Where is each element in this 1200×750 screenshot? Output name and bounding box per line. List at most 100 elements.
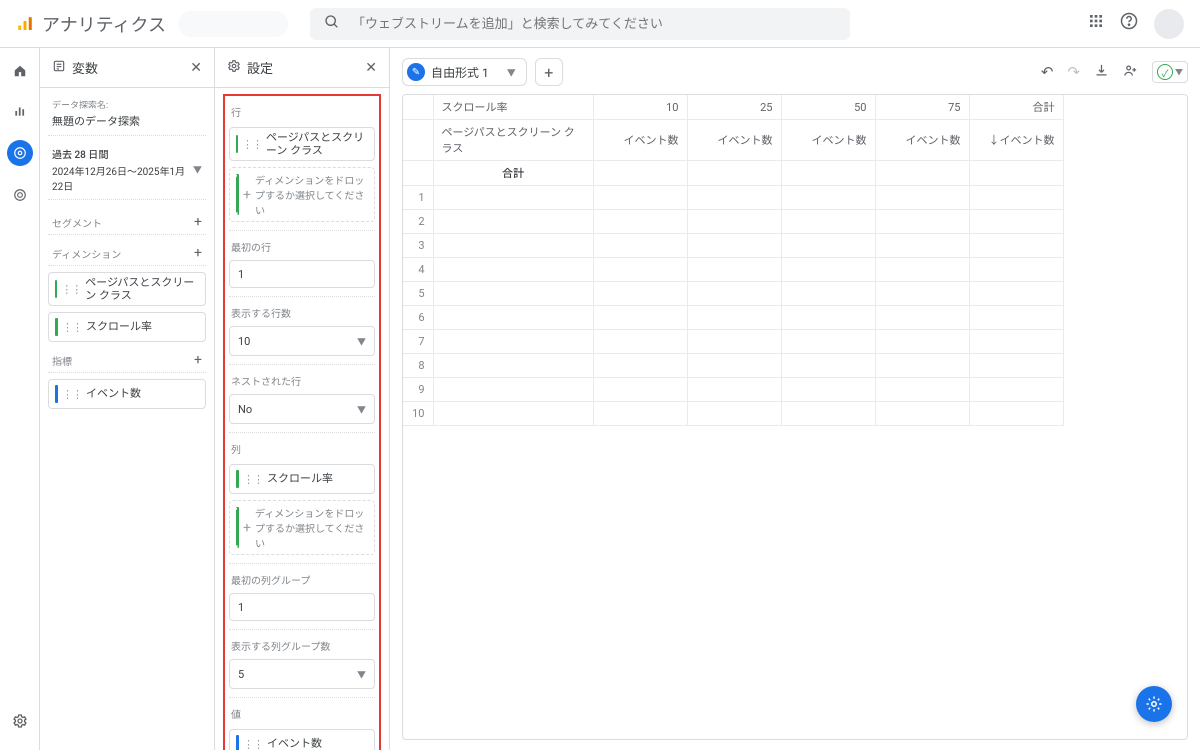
cols-chip[interactable]: ⋮⋮ スクロール率 [229, 464, 375, 494]
start-col-input[interactable]: 1 [229, 593, 375, 621]
nested-rows-select[interactable]: No▼ [229, 394, 375, 424]
date-range-selector[interactable]: 過去 28 日間 2024年12月26日～2025年1月22日 ▼ [48, 146, 206, 200]
add-segment-icon[interactable]: + [194, 214, 202, 230]
help-icon[interactable] [1120, 12, 1138, 35]
table-row[interactable]: 8 [403, 354, 1063, 378]
chevron-down-icon: ▼ [357, 335, 366, 348]
col-header-val[interactable]: 75 [875, 95, 969, 120]
chevron-down-icon: ▼ [357, 403, 366, 416]
rows-label: 行 [229, 100, 375, 121]
plus-icon: + [243, 187, 251, 203]
start-col-label: 最初の列グループ [229, 568, 375, 589]
start-row-input[interactable]: 1 [229, 260, 375, 288]
metric-header[interactable]: イベント数 [593, 120, 687, 161]
col-header-val[interactable]: 合計 [969, 95, 1063, 120]
table-row[interactable]: 4 [403, 258, 1063, 282]
table-row[interactable]: 5 [403, 282, 1063, 306]
property-selector[interactable] [178, 11, 288, 37]
table-total-row: 合計 [403, 161, 1063, 186]
metric-header-sort[interactable]: ↓イベント数 [969, 120, 1063, 161]
close-icon[interactable]: ✕ [190, 60, 202, 76]
exploration-name[interactable]: 無題のデータ探索 [48, 113, 206, 136]
home-icon[interactable] [9, 60, 31, 82]
chevron-down-icon: ▼ [193, 163, 202, 176]
show-cols-select[interactable]: 5▼ [229, 659, 375, 689]
date-range-value: 2024年12月26日～2025年1月22日 [52, 167, 185, 193]
chevron-down-icon: ▼ [357, 668, 366, 681]
show-rows-select[interactable]: 10▼ [229, 326, 375, 356]
dimensions-header: ディメンション + [48, 241, 206, 266]
metric-header[interactable]: イベント数 [875, 120, 969, 161]
table-row[interactable]: 9 [403, 378, 1063, 402]
table-row[interactable]: 6 [403, 306, 1063, 330]
settings-panel: 設定 ✕ 行 ⋮⋮ ページパスとスクリーン クラス + ディメンションをドロップ… [215, 48, 390, 750]
dimension-chip-scroll[interactable]: ⋮⋮ スクロール率 [48, 312, 206, 342]
search-input[interactable] [352, 16, 836, 31]
canvas: ✎ 自由形式 1 ▼ + ↶ ↷ ✓ ▼ ス [390, 48, 1200, 750]
download-icon[interactable] [1094, 63, 1109, 82]
grip-icon: ⋮⋮ [243, 738, 263, 750]
variables-title: 変数 [72, 58, 184, 77]
redo-icon[interactable]: ↷ [1067, 63, 1080, 81]
segments-header: セグメント + [48, 210, 206, 235]
tab-freeform[interactable]: ✎ 自由形式 1 ▼ [402, 58, 527, 86]
advertising-icon[interactable] [9, 184, 31, 206]
search-icon [324, 14, 340, 34]
explore-icon[interactable] [7, 140, 33, 166]
date-range-label: 過去 28 日間 [52, 146, 193, 161]
table-row[interactable]: 2 [403, 210, 1063, 234]
metric-header[interactable]: イベント数 [687, 120, 781, 161]
variables-icon [52, 59, 66, 77]
grip-icon: ⋮⋮ [62, 321, 82, 334]
nav-rail [0, 48, 40, 750]
sample-status[interactable]: ✓ ▼ [1152, 61, 1188, 83]
grip-icon: ⋮⋮ [61, 283, 81, 296]
table-row[interactable]: 10 [403, 402, 1063, 426]
table-row[interactable]: 7 [403, 330, 1063, 354]
table-row[interactable]: 3 [403, 234, 1063, 258]
undo-icon[interactable]: ↶ [1041, 63, 1054, 81]
settings-highlight: 行 ⋮⋮ ページパスとスクリーン クラス + ディメンションをドロップするか選択… [223, 94, 381, 750]
start-row-label: 最初の行 [229, 235, 375, 256]
values-label: 値 [229, 702, 375, 723]
admin-gear-icon[interactable] [9, 710, 31, 732]
rows-drop-zone[interactable]: + ディメンションをドロップするか選択してください [229, 167, 375, 222]
logo: アナリティクス [16, 11, 166, 37]
metric-header[interactable]: イベント数 [781, 120, 875, 161]
logo-text: アナリティクス [42, 11, 166, 37]
share-icon[interactable] [1123, 63, 1138, 82]
search-container[interactable] [310, 8, 850, 40]
values-chip[interactable]: ⋮⋮ イベント数 [229, 729, 375, 750]
col-header-val[interactable]: 25 [687, 95, 781, 120]
close-icon[interactable]: ✕ [365, 60, 377, 76]
check-icon: ✓ [1157, 64, 1173, 80]
cols-drop-zone[interactable]: + ディメンションをドロップするか選択してください [229, 500, 375, 555]
explore-table[interactable]: スクロール率 10 25 50 75 合計 ページパスとスクリーン クラス イベ… [402, 94, 1188, 740]
add-dimension-icon[interactable]: + [194, 245, 202, 261]
settings-title: 設定 [247, 58, 359, 77]
dimension-chip-page-path[interactable]: ⋮⋮ ページパスとスクリーン クラス [48, 272, 206, 306]
app-header: アナリティクス [0, 0, 1200, 48]
reports-icon[interactable] [9, 100, 31, 122]
rows-chip[interactable]: ⋮⋮ ページパスとスクリーン クラス [229, 127, 375, 161]
metric-chip-events[interactable]: ⋮⋮ イベント数 [48, 379, 206, 409]
col-header-val[interactable]: 50 [781, 95, 875, 120]
gear-icon [227, 59, 241, 77]
row-header-label[interactable]: ページパスとスクリーン クラス [433, 120, 593, 161]
variables-panel: 変数 ✕ データ探索名: 無題のデータ探索 過去 28 日間 2024年12月2… [40, 48, 215, 750]
add-tab-button[interactable]: + [535, 58, 563, 86]
table-row[interactable]: 1 [403, 186, 1063, 210]
metrics-label: 指標 [52, 353, 72, 368]
insights-fab[interactable] [1136, 686, 1172, 722]
col-header-val[interactable]: 10 [593, 95, 687, 120]
add-metric-icon[interactable]: + [194, 352, 202, 368]
settings-header: 設定 ✕ [215, 48, 389, 88]
cols-label: 列 [229, 437, 375, 458]
avatar[interactable] [1154, 9, 1184, 39]
grip-icon: ⋮⋮ [242, 138, 262, 151]
segments-label: セグメント [52, 215, 102, 230]
chevron-down-icon[interactable]: ▼ [495, 66, 522, 79]
apps-icon[interactable] [1088, 13, 1104, 34]
show-cols-label: 表示する列グループ数 [229, 634, 375, 655]
col-header-scroll[interactable]: スクロール率 [433, 95, 593, 120]
